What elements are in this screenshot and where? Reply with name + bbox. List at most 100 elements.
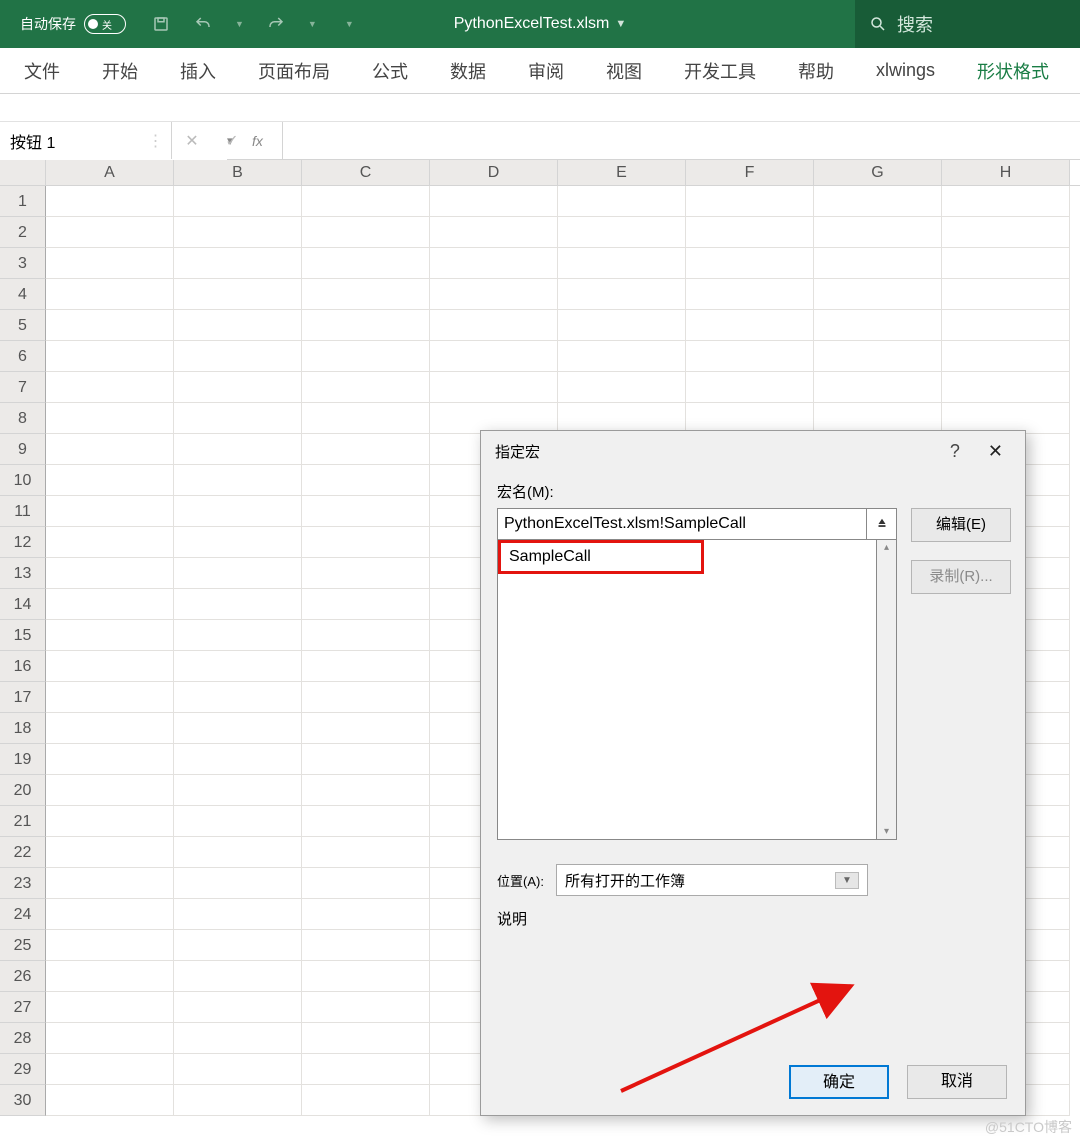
cell[interactable] bbox=[174, 682, 302, 713]
cell[interactable] bbox=[302, 744, 430, 775]
cell[interactable] bbox=[814, 279, 942, 310]
cell[interactable] bbox=[46, 620, 174, 651]
cell[interactable] bbox=[814, 372, 942, 403]
cell[interactable] bbox=[942, 279, 1070, 310]
cell[interactable] bbox=[430, 217, 558, 248]
row-header[interactable]: 23 bbox=[0, 868, 46, 899]
column-header[interactable]: F bbox=[686, 160, 814, 185]
row-header[interactable]: 27 bbox=[0, 992, 46, 1023]
row-header[interactable]: 13 bbox=[0, 558, 46, 589]
fx-label[interactable]: fx bbox=[252, 133, 282, 149]
cell[interactable] bbox=[174, 527, 302, 558]
tab-公式[interactable]: 公式 bbox=[356, 48, 424, 94]
cell[interactable] bbox=[302, 682, 430, 713]
cell[interactable] bbox=[46, 558, 174, 589]
cell[interactable] bbox=[302, 248, 430, 279]
cell[interactable] bbox=[942, 217, 1070, 248]
row-header[interactable]: 17 bbox=[0, 682, 46, 713]
cell[interactable] bbox=[174, 372, 302, 403]
cell[interactable] bbox=[430, 279, 558, 310]
row-header[interactable]: 28 bbox=[0, 1023, 46, 1054]
cell[interactable] bbox=[302, 930, 430, 961]
column-header[interactable]: B bbox=[174, 160, 302, 185]
cell[interactable] bbox=[686, 310, 814, 341]
cell[interactable] bbox=[174, 589, 302, 620]
cell[interactable] bbox=[942, 310, 1070, 341]
name-box[interactable]: ▾ bbox=[0, 122, 140, 160]
column-header[interactable]: G bbox=[814, 160, 942, 185]
row-header[interactable]: 9 bbox=[0, 434, 46, 465]
scroll-down-icon[interactable]: ▾ bbox=[877, 826, 896, 837]
tab-视图[interactable]: 视图 bbox=[590, 48, 658, 94]
cell[interactable] bbox=[302, 217, 430, 248]
cell[interactable] bbox=[302, 961, 430, 992]
column-header[interactable]: C bbox=[302, 160, 430, 185]
help-icon[interactable]: ? bbox=[950, 441, 960, 462]
cell[interactable] bbox=[174, 186, 302, 217]
cell[interactable] bbox=[558, 372, 686, 403]
cell[interactable] bbox=[174, 744, 302, 775]
cell[interactable] bbox=[558, 248, 686, 279]
cell[interactable] bbox=[302, 589, 430, 620]
cell[interactable] bbox=[46, 496, 174, 527]
cell[interactable] bbox=[302, 434, 430, 465]
cell[interactable] bbox=[46, 310, 174, 341]
enter-formula-icon[interactable]: ✓ bbox=[212, 131, 252, 151]
row-header[interactable]: 3 bbox=[0, 248, 46, 279]
cell[interactable] bbox=[302, 620, 430, 651]
tab-插入[interactable]: 插入 bbox=[164, 48, 232, 94]
collapse-dialog-icon[interactable] bbox=[867, 508, 897, 540]
cell[interactable] bbox=[302, 403, 430, 434]
cell[interactable] bbox=[558, 279, 686, 310]
cell[interactable] bbox=[302, 496, 430, 527]
cell[interactable] bbox=[46, 930, 174, 961]
cell[interactable] bbox=[174, 806, 302, 837]
cell[interactable] bbox=[558, 341, 686, 372]
row-header[interactable]: 12 bbox=[0, 527, 46, 558]
row-header[interactable]: 29 bbox=[0, 1054, 46, 1085]
cell[interactable] bbox=[686, 186, 814, 217]
row-header[interactable]: 6 bbox=[0, 341, 46, 372]
select-all-corner[interactable] bbox=[0, 160, 46, 185]
tab-开发工具[interactable]: 开发工具 bbox=[668, 48, 772, 94]
location-select[interactable]: 所有打开的工作簿 ▼ bbox=[556, 864, 868, 896]
redo-icon[interactable] bbox=[266, 14, 286, 34]
close-icon[interactable]: ✕ bbox=[980, 437, 1011, 466]
cell[interactable] bbox=[46, 899, 174, 930]
cell[interactable] bbox=[46, 651, 174, 682]
row-header[interactable]: 24 bbox=[0, 899, 46, 930]
cancel-formula-icon[interactable]: ✕ bbox=[172, 131, 212, 151]
row-header[interactable]: 7 bbox=[0, 372, 46, 403]
row-header[interactable]: 30 bbox=[0, 1085, 46, 1116]
cell[interactable] bbox=[558, 310, 686, 341]
macro-name-input[interactable] bbox=[497, 508, 867, 540]
cell[interactable] bbox=[942, 372, 1070, 403]
cancel-button[interactable]: 取消 bbox=[907, 1065, 1007, 1099]
cell[interactable] bbox=[302, 713, 430, 744]
cell[interactable] bbox=[46, 1085, 174, 1116]
cell[interactable] bbox=[46, 806, 174, 837]
cell[interactable] bbox=[174, 775, 302, 806]
cell[interactable] bbox=[302, 558, 430, 589]
cell[interactable] bbox=[46, 341, 174, 372]
row-header[interactable]: 10 bbox=[0, 465, 46, 496]
cell[interactable] bbox=[686, 248, 814, 279]
cell[interactable] bbox=[46, 744, 174, 775]
cell[interactable] bbox=[302, 899, 430, 930]
tab-开始[interactable]: 开始 bbox=[86, 48, 154, 94]
row-header[interactable]: 2 bbox=[0, 217, 46, 248]
cell[interactable] bbox=[174, 310, 302, 341]
cell[interactable] bbox=[686, 372, 814, 403]
cell[interactable] bbox=[46, 992, 174, 1023]
cell[interactable] bbox=[46, 248, 174, 279]
cell[interactable] bbox=[814, 248, 942, 279]
cell[interactable] bbox=[302, 1054, 430, 1085]
cell[interactable] bbox=[46, 465, 174, 496]
dialog-titlebar[interactable]: 指定宏 ? ✕ bbox=[481, 431, 1025, 471]
cell[interactable] bbox=[174, 279, 302, 310]
search-box[interactable]: 搜索 bbox=[855, 0, 1080, 48]
cell[interactable] bbox=[46, 682, 174, 713]
cell[interactable] bbox=[430, 248, 558, 279]
cell[interactable] bbox=[302, 1085, 430, 1116]
cell[interactable] bbox=[174, 651, 302, 682]
